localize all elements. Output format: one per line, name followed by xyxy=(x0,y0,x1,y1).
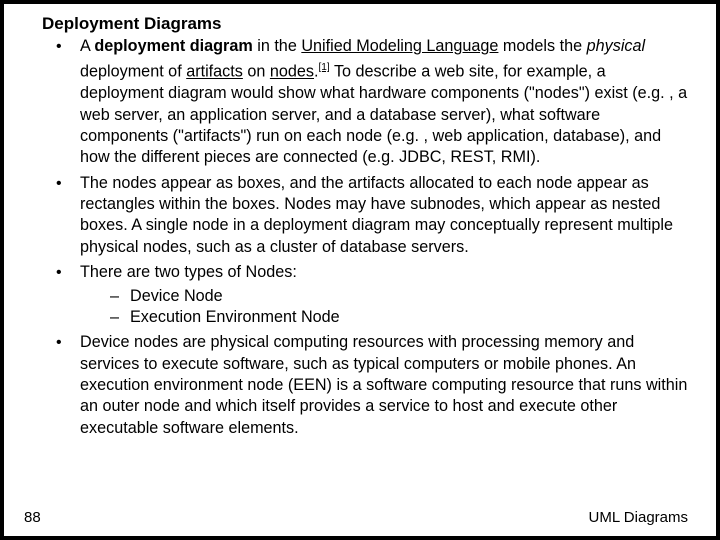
text: on xyxy=(243,63,270,81)
footer-label: UML Diagrams xyxy=(589,509,688,526)
bullet-4: Device nodes are physical computing reso… xyxy=(54,332,688,439)
slide: Deployment Diagrams A deployment diagram… xyxy=(0,0,720,540)
link-artifacts[interactable]: artifacts xyxy=(186,63,243,81)
sub-bullet-device-node: Device Node xyxy=(108,286,688,307)
bullet-3: There are two types of Nodes: Device Nod… xyxy=(54,262,688,328)
link-nodes[interactable]: nodes xyxy=(270,63,314,81)
sub-list: Device Node Execution Environment Node xyxy=(80,286,688,329)
text: A xyxy=(80,37,94,55)
slide-title: Deployment Diagrams xyxy=(42,14,688,34)
link-reference-1[interactable]: [1] xyxy=(319,62,330,73)
text: in the xyxy=(253,37,302,55)
bullet-2: The nodes appear as boxes, and the artif… xyxy=(54,173,688,259)
text: deployment of xyxy=(80,63,186,81)
bullet-list: A deployment diagram in the Unified Mode… xyxy=(32,36,688,439)
italic-physical: physical xyxy=(587,37,645,55)
slide-footer: 88 UML Diagrams xyxy=(24,509,688,526)
term-deployment-diagram: deployment diagram xyxy=(94,37,252,55)
text: There are two types of Nodes: xyxy=(80,263,297,281)
sub-bullet-execution-environment-node: Execution Environment Node xyxy=(108,307,688,328)
link-uml[interactable]: Unified Modeling Language xyxy=(301,37,498,55)
text: models the xyxy=(498,37,586,55)
page-number: 88 xyxy=(24,509,41,526)
bullet-1: A deployment diagram in the Unified Mode… xyxy=(54,36,688,169)
